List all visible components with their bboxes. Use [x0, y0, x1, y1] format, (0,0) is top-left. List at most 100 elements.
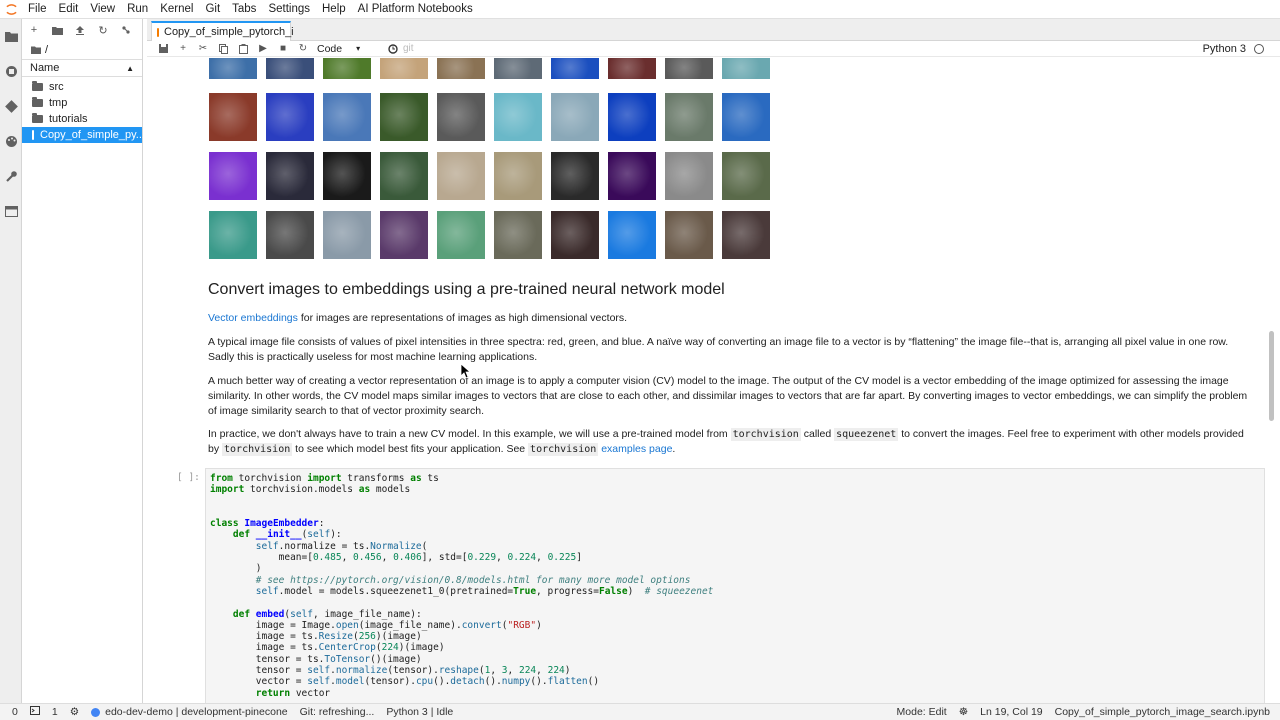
image-thumbnail [437, 58, 485, 79]
markdown-heading: Convert images to embeddings using a pre… [208, 281, 1253, 298]
scrollbar-thumb[interactable] [1269, 331, 1274, 421]
kernel-indicator[interactable]: Python 3 [1203, 41, 1264, 57]
column-header-name[interactable]: Name ▲ [22, 59, 142, 77]
image-thumbnail [608, 93, 656, 141]
code-line: ) [210, 563, 262, 575]
notebook-icon [32, 130, 34, 140]
cursor-position[interactable]: Ln 19, Col 19 [974, 706, 1048, 718]
file-name-status: Copy_of_simple_pytorch_image_search.ipyn… [1054, 706, 1270, 718]
image-thumbnail [551, 152, 599, 200]
image-thumbnail [722, 58, 770, 79]
palette-icon[interactable] [3, 133, 19, 149]
refresh-icon[interactable]: ↻ [97, 24, 109, 37]
new-folder-icon[interactable] [51, 24, 63, 36]
menu-bar: File Edit View Run Kernel Git Tabs Setti… [0, 0, 1280, 19]
section-heading: Convert images to embeddings using a pre… [208, 281, 725, 298]
cut-icon[interactable]: ✂ [193, 41, 213, 57]
cloud-icon [91, 707, 101, 717]
folder-icon[interactable] [3, 28, 19, 44]
vector-embeddings-link[interactable]: Vector embeddings [208, 312, 298, 324]
tab-bar: Copy_of_simple_pytorch_i [147, 19, 1280, 41]
file-item-label: tmp [49, 97, 68, 109]
menu-run[interactable]: Run [121, 0, 154, 19]
settings-gear-icon[interactable]: ⚙ [64, 706, 85, 718]
inline-code: torchvision [528, 443, 599, 456]
menu-ai-platform-notebooks[interactable]: AI Platform Notebooks [352, 0, 479, 19]
file-item-src[interactable]: src [22, 79, 142, 95]
examples-page-link[interactable]: examples page [601, 443, 672, 455]
image-thumbnail [266, 152, 314, 200]
code-line: image = Image.open(image_file_name).conv… [210, 619, 542, 631]
save-icon[interactable] [153, 41, 173, 57]
restart-icon[interactable]: ↻ [293, 41, 313, 57]
stop-icon[interactable]: ■ [273, 41, 293, 57]
image-thumbnail [608, 211, 656, 259]
copy-icon[interactable] [213, 41, 233, 57]
menu-tabs[interactable]: Tabs [226, 0, 262, 19]
image-thumbnail [608, 152, 656, 200]
bug-icon[interactable]: ☸ [953, 706, 974, 718]
paragraph-text: called [800, 428, 835, 440]
new-launcher-icon[interactable]: + [28, 24, 40, 36]
notebook-content: Convert images to embeddings using a pre… [147, 58, 1267, 703]
code-line: from torchvision import transforms as ts [210, 473, 439, 484]
menu-git[interactable]: Git [199, 0, 226, 19]
folder-icon[interactable] [31, 46, 41, 54]
menu-file[interactable]: File [22, 0, 53, 19]
tabs-icon[interactable] [3, 203, 19, 219]
file-item-label: tutorials [49, 113, 88, 125]
inline-code: torchvision [222, 443, 293, 456]
code-line: mean=[0.485, 0.456, 0.406], std=[0.229, … [210, 552, 582, 564]
breadcrumb: / [22, 41, 142, 59]
image-thumbnail [665, 58, 713, 79]
inline-code: squeezenet [834, 428, 899, 441]
running-kernels-icon[interactable] [3, 63, 19, 79]
git-label[interactable]: git [403, 41, 414, 57]
tab-notebook[interactable]: Copy_of_simple_pytorch_i [151, 21, 294, 41]
image-thumbnail [494, 93, 542, 141]
menu-view[interactable]: View [84, 0, 121, 19]
breadcrumb-root[interactable]: / [45, 44, 48, 56]
kernel-name: Python 3 [1202, 43, 1246, 55]
file-item-tutorials[interactable]: tutorials [22, 111, 142, 127]
remote-indicator[interactable]: edo-dev-demo | development-pinecone [85, 706, 294, 718]
cell-type-select[interactable]: Code ▾ [317, 43, 383, 55]
image-thumbnail [551, 211, 599, 259]
tab-title: Copy_of_simple_pytorch_i [164, 26, 294, 38]
code-cell[interactable]: from torchvision import transforms as ts… [205, 468, 1265, 703]
file-item-tmp[interactable]: tmp [22, 95, 142, 111]
insert-cell-icon[interactable]: + [173, 41, 193, 57]
image-thumbnail [209, 93, 257, 141]
menu-settings[interactable]: Settings [262, 0, 316, 19]
upload-icon[interactable] [74, 24, 86, 36]
menu-help[interactable]: Help [316, 0, 352, 19]
main-area: Copy_of_simple_pytorch_i + ✂ ▶ ■ ↻ Code … [147, 19, 1280, 703]
image-thumbnail [209, 152, 257, 200]
run-icon[interactable]: ▶ [253, 41, 273, 57]
git-clone-icon[interactable] [120, 24, 132, 36]
kernel-status[interactable]: Python 3 | Idle [380, 706, 459, 718]
clock-icon[interactable] [383, 41, 403, 57]
image-thumbnail [665, 93, 713, 141]
file-item-notebook[interactable]: Copy_of_simple_py... [22, 127, 145, 143]
code-line: image = ts.Resize(256)(image) [210, 631, 422, 643]
menu-kernel[interactable]: Kernel [154, 0, 199, 19]
notebook-icon [157, 27, 159, 37]
markdown-paragraph-4: In practice, we don't always have to tra… [208, 427, 1253, 457]
column-name-label: Name [30, 62, 60, 74]
menu-edit[interactable]: Edit [53, 0, 85, 19]
git-icon[interactable] [3, 98, 19, 114]
scrollbar[interactable] [1268, 59, 1275, 701]
paste-icon[interactable] [233, 41, 253, 57]
image-thumbnail [722, 152, 770, 200]
terminal-icon[interactable] [24, 706, 46, 718]
wrench-icon[interactable] [3, 168, 19, 184]
code-line: self.model = models.squeezenet1_0(pretra… [255, 585, 714, 597]
code-line: class ImageEmbedder: [210, 518, 325, 530]
image-thumbnail [380, 152, 428, 200]
image-thumbnail [437, 93, 485, 141]
image-thumbnail [665, 211, 713, 259]
code-line: return vector [255, 687, 331, 699]
